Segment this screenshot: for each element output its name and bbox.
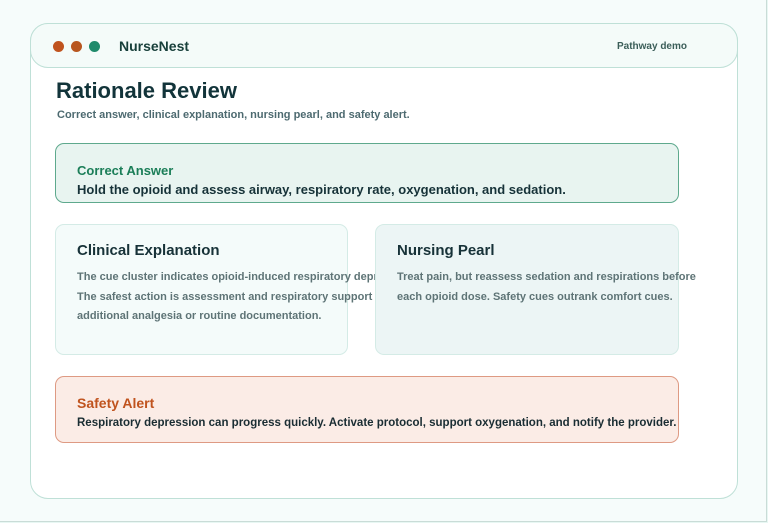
window-dot-red[interactable] xyxy=(53,41,64,52)
clinical-explanation-line: The safest action is assessment and resp… xyxy=(77,290,409,303)
nursing-pearl-line: Treat pain, but reassess sedation and re… xyxy=(397,271,696,283)
clinical-explanation-line: The cue cluster indicates opioid-induced… xyxy=(77,271,416,283)
clinical-explanation-line: additional analgesia or routine document… xyxy=(77,310,322,322)
title-bar: NurseNest Pathway demo xyxy=(30,23,738,68)
app-name: NurseNest xyxy=(119,38,190,54)
correct-answer-text: Hold the opioid and assess airway, respi… xyxy=(77,182,566,197)
pathway-badge: Pathway demo xyxy=(616,41,687,52)
page-background: NurseNest Pathway demo Rationale Review … xyxy=(0,0,767,522)
correct-answer-heading: Correct Answer xyxy=(77,163,174,178)
safety-alert-card: Safety Alert Respiratory depression can … xyxy=(55,376,679,443)
nursing-pearl-heading: Nursing Pearl xyxy=(397,242,495,259)
safety-alert-text: Respiratory depression can progress quic… xyxy=(77,417,677,429)
clinical-explanation-body: The cue cluster indicates opioid-induced… xyxy=(77,268,416,327)
nursing-pearl-card: Nursing Pearl Treat pain, but reassess s… xyxy=(375,224,696,355)
page-title: Rationale Review xyxy=(56,78,237,103)
clinical-explanation-card: Clinical Explanation The cue cluster ind… xyxy=(55,224,416,355)
correct-answer-card: Correct Answer Hold the opioid and asses… xyxy=(55,143,679,203)
nursing-pearl-line: each opioid dose. Safety cues outrank co… xyxy=(397,290,673,303)
page-subtitle: Correct answer, clinical explanation, nu… xyxy=(57,109,410,121)
nursing-pearl-body: Treat pain, but reassess sedation and re… xyxy=(397,268,696,307)
clinical-explanation-heading: Clinical Explanation xyxy=(77,242,220,259)
window-dot-green[interactable] xyxy=(89,41,100,52)
safety-alert-heading: Safety Alert xyxy=(77,395,155,411)
window-dot-orange[interactable] xyxy=(71,41,82,52)
